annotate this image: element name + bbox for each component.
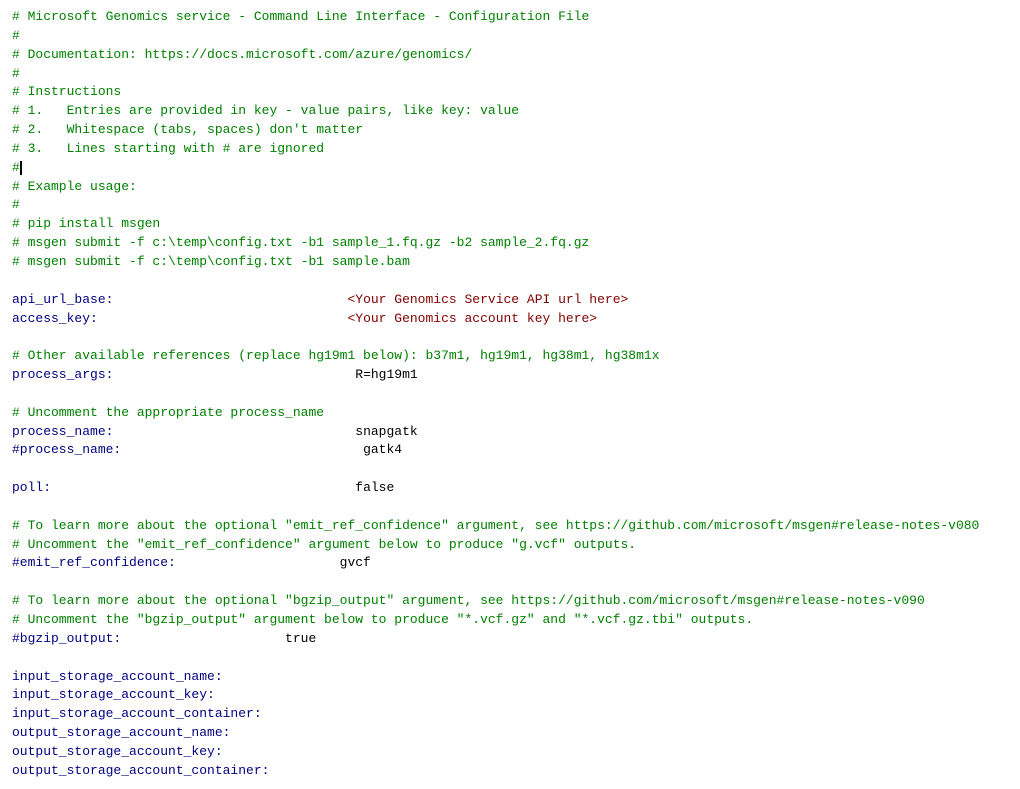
code-editor: # Microsoft Genomics service - Command L…: [0, 0, 1020, 789]
code-line: # msgen submit -f c:\temp\config.txt -b1…: [12, 234, 1008, 253]
config-key: output_storage_account_key:: [12, 744, 223, 759]
config-value: R=hg19m1: [355, 367, 417, 382]
code-line: [12, 649, 1008, 668]
config-key: process_name:: [12, 424, 113, 439]
config-value: <Your Genomics Service API url here>: [347, 292, 628, 307]
code-line: # Documentation: https://docs.microsoft.…: [12, 46, 1008, 65]
config-key: output_storage_account_container:: [12, 763, 269, 778]
config-key: #emit_ref_confidence:: [12, 555, 176, 570]
code-line: # pip install msgen: [12, 215, 1008, 234]
code-line: [12, 272, 1008, 291]
code-line: #: [12, 159, 1008, 178]
config-key: access_key:: [12, 311, 98, 326]
code-line: input_storage_account_key:: [12, 686, 1008, 705]
code-line: [12, 498, 1008, 517]
config-key: #process_name:: [12, 442, 121, 457]
code-line: access_key: <Your Genomics account key h…: [12, 310, 1008, 329]
config-key: output_storage_account_name:: [12, 725, 230, 740]
code-line: #: [12, 196, 1008, 215]
config-key: input_storage_account_container:: [12, 706, 262, 721]
code-line: #: [12, 65, 1008, 84]
config-value: gatk4: [355, 442, 402, 457]
code-line: # 3. Lines starting with # are ignored: [12, 140, 1008, 159]
code-line: # msgen submit -f c:\temp\config.txt -b1…: [12, 253, 1008, 272]
code-line: [12, 573, 1008, 592]
code-line: poll: false: [12, 479, 1008, 498]
code-line: # 1. Entries are provided in key - value…: [12, 102, 1008, 121]
config-key: #bgzip_output:: [12, 631, 121, 646]
config-value: false: [355, 480, 394, 495]
code-line: output_storage_account_key:: [12, 743, 1008, 762]
code-line: output_storage_account_container:: [12, 762, 1008, 781]
config-key: process_args:: [12, 367, 113, 382]
code-line: process_args: R=hg19m1: [12, 366, 1008, 385]
code-line: [12, 460, 1008, 479]
code-line: # 2. Whitespace (tabs, spaces) don't mat…: [12, 121, 1008, 140]
code-line: # Example usage:: [12, 178, 1008, 197]
code-line: #: [12, 27, 1008, 46]
config-value: <Your Genomics account key here>: [347, 311, 597, 326]
text-cursor: [20, 161, 22, 175]
code-line: input_storage_account_name:: [12, 668, 1008, 687]
code-line: [12, 328, 1008, 347]
config-key: input_storage_account_name:: [12, 669, 223, 684]
code-line: #process_name: gatk4: [12, 441, 1008, 460]
config-value: true: [285, 631, 316, 646]
code-line: #emit_ref_confidence: gvcf: [12, 554, 1008, 573]
code-line: # Microsoft Genomics service - Command L…: [12, 8, 1008, 27]
code-line: # Uncomment the "emit_ref_confidence" ar…: [12, 536, 1008, 555]
config-key: poll:: [12, 480, 51, 495]
code-line: # Instructions: [12, 83, 1008, 102]
config-key: api_url_base:: [12, 292, 113, 307]
code-line: #bgzip_output: true: [12, 630, 1008, 649]
code-line: output_storage_account_name:: [12, 724, 1008, 743]
config-value: gvcf: [340, 555, 371, 570]
code-line: input_storage_account_container:: [12, 705, 1008, 724]
code-line: # Uncomment the "bgzip_output" argument …: [12, 611, 1008, 630]
code-line: # Uncomment the appropriate process_name: [12, 404, 1008, 423]
config-value: snapgatk: [355, 424, 417, 439]
config-key: input_storage_account_key:: [12, 687, 215, 702]
code-line: process_name: snapgatk: [12, 423, 1008, 442]
code-line: [12, 385, 1008, 404]
code-line: # Other available references (replace hg…: [12, 347, 1008, 366]
code-line: # To learn more about the optional "bgzi…: [12, 592, 1008, 611]
code-line: # To learn more about the optional "emit…: [12, 517, 1008, 536]
code-line: api_url_base: <Your Genomics Service API…: [12, 291, 1008, 310]
